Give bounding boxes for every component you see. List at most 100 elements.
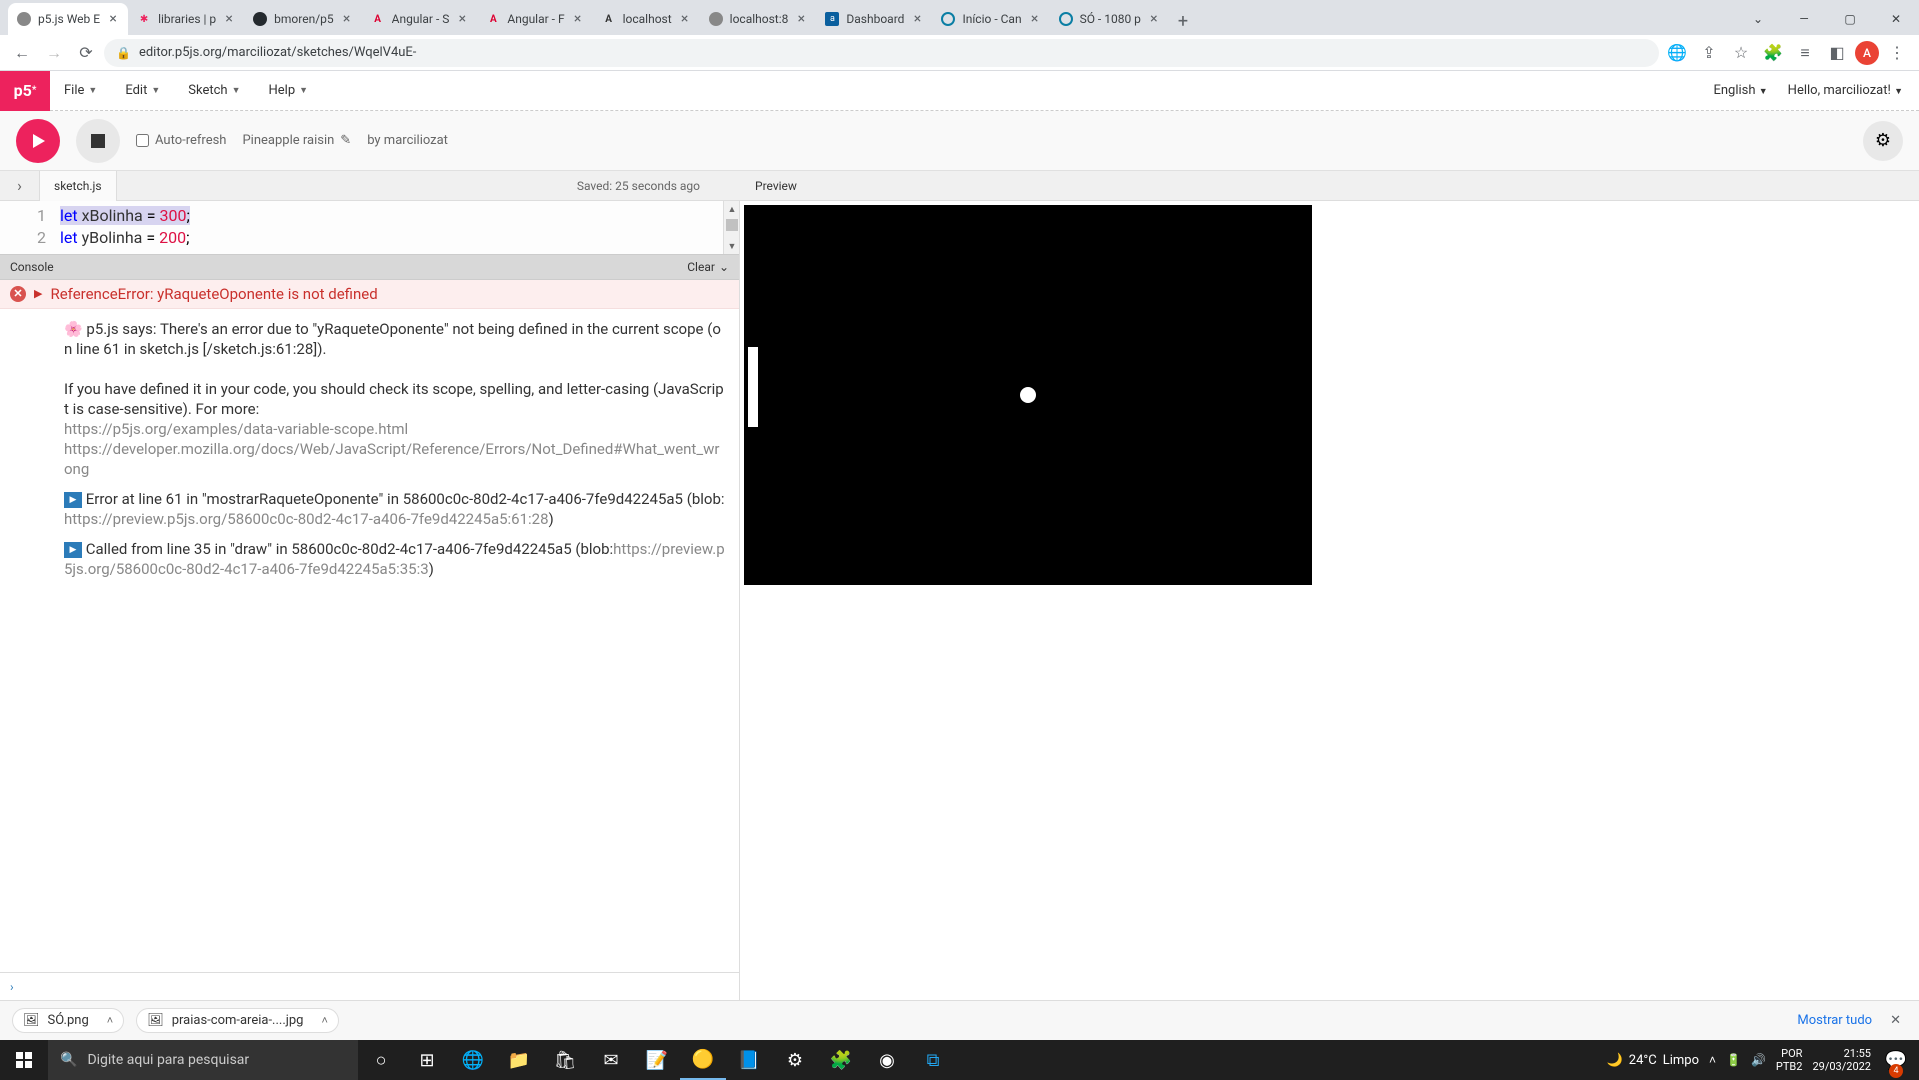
expand-arrow-icon[interactable]: ▶ — [34, 284, 42, 304]
close-icon[interactable]: × — [455, 12, 469, 26]
stack-marker-icon[interactable] — [64, 492, 82, 508]
close-icon[interactable]: × — [106, 12, 120, 26]
close-icon[interactable]: × — [678, 12, 692, 26]
console-input[interactable]: › — [0, 972, 739, 1000]
browser-tab[interactable]: AAngular - S× — [362, 3, 478, 35]
p5-logo[interactable]: p5* — [0, 71, 50, 111]
taskbar-search[interactable]: 🔍Digite aqui para pesquisar — [48, 1040, 358, 1080]
file-tab-sketch[interactable]: sketch.js — [40, 171, 117, 201]
taskbar-app-icon[interactable]: 🧩 — [818, 1040, 864, 1080]
tab-title: localhost:8 — [730, 12, 789, 26]
auto-refresh-checkbox[interactable] — [136, 134, 149, 147]
download-item[interactable]: 🖼SÓ.png˄ — [12, 1008, 124, 1033]
console-clear-button[interactable]: Clear ⌄ — [687, 260, 729, 274]
tab-title: SÓ - 1080 p — [1080, 12, 1141, 26]
notifications-icon[interactable]: 💬4 — [1881, 1040, 1911, 1080]
pencil-icon[interactable]: ✎ — [340, 133, 351, 148]
menu-file[interactable]: File▼ — [50, 71, 111, 111]
maximize-button[interactable]: ▢ — [1827, 3, 1873, 35]
browser-tab[interactable]: SÓ - 1080 p × — [1050, 3, 1169, 35]
reading-list-icon[interactable]: ≡ — [1791, 39, 1819, 67]
battery-icon[interactable]: 🔋 — [1726, 1053, 1741, 1067]
volume-icon[interactable]: 🔊 — [1751, 1053, 1766, 1067]
vscode-icon[interactable]: ⧉ — [910, 1040, 956, 1080]
browser-tab[interactable]: Alocalhost× — [593, 3, 700, 35]
show-all-downloads[interactable]: Mostrar tudo — [1797, 1013, 1872, 1028]
browser-tab[interactable]: localhost:8 × — [700, 3, 817, 35]
console-link[interactable]: https://developer.mozilla.org/docs/Web/J… — [64, 440, 719, 478]
menu-edit[interactable]: Edit▼ — [111, 71, 174, 111]
reload-button[interactable]: ⟳ — [72, 39, 100, 67]
taskbar-app-icon[interactable]: ⊞ — [404, 1040, 450, 1080]
close-window-button[interactable]: ✕ — [1873, 3, 1919, 35]
tab-title: libraries | p — [158, 12, 216, 26]
bookmark-icon[interactable]: ☆ — [1727, 39, 1755, 67]
close-icon[interactable]: × — [222, 12, 236, 26]
settings-icon[interactable]: ⚙ — [772, 1040, 818, 1080]
extensions-icon[interactable]: 🧩 — [1759, 39, 1787, 67]
word-icon[interactable]: 📘 — [726, 1040, 772, 1080]
menu-help[interactable]: Help▼ — [254, 71, 322, 111]
chevron-up-icon[interactable]: ˄ — [321, 1014, 327, 1027]
language-selector[interactable]: English ▼ — [1713, 83, 1767, 98]
close-icon[interactable]: × — [910, 12, 924, 26]
settings-button[interactable]: ⚙ — [1863, 121, 1903, 161]
weather-widget[interactable]: 🌙24°C Limpo — [1607, 1053, 1699, 1068]
user-greeting[interactable]: Hello, marciliozat! ▼ — [1788, 83, 1903, 98]
profile-avatar[interactable]: A — [1855, 41, 1879, 65]
back-button[interactable]: ← — [8, 39, 36, 67]
auto-refresh-toggle[interactable]: Auto-refresh — [136, 133, 226, 148]
edge-icon[interactable]: 🌐 — [450, 1040, 496, 1080]
share-icon[interactable]: ⇪ — [1695, 39, 1723, 67]
menu-sketch[interactable]: Sketch▼ — [174, 71, 254, 111]
start-button[interactable] — [0, 1040, 48, 1080]
browser-tab[interactable]: AAngular - F× — [477, 3, 592, 35]
side-panel-icon[interactable]: ◧ — [1823, 39, 1851, 67]
browser-tab[interactable]: ✱libraries | p× — [128, 3, 244, 35]
console-link[interactable]: https://preview.p5js.org/58600c0c-80d2-4… — [64, 510, 549, 528]
code-editor[interactable]: 12 let xBolinha = 300; let yBolinha = 20… — [0, 201, 739, 254]
browser-tab[interactable]: aDashboard× — [816, 3, 932, 35]
task-view-icon[interactable]: ○ — [358, 1040, 404, 1080]
browser-tab[interactable]: p5.js Web E× — [8, 3, 128, 35]
close-icon[interactable]: × — [1147, 12, 1161, 26]
notepad-icon[interactable]: 📝 — [634, 1040, 680, 1080]
code-content[interactable]: let xBolinha = 300; let yBolinha = 200; — [60, 201, 739, 254]
tab-search-icon[interactable]: ⌄ — [1735, 3, 1781, 35]
close-icon[interactable]: × — [340, 12, 354, 26]
console-message: Error at line 61 in "mostrarRaqueteOpone… — [0, 489, 739, 539]
forward-button[interactable]: → — [40, 39, 68, 67]
stack-marker-icon[interactable] — [64, 542, 82, 558]
browser-tab[interactable]: bmoren/p5× — [244, 3, 361, 35]
minimize-button[interactable]: — — [1781, 3, 1827, 35]
sketch-canvas[interactable] — [744, 205, 1312, 585]
console-link[interactable]: https://p5js.org/examples/data-variable-… — [64, 420, 408, 438]
console-body[interactable]: ✕ ▶ ReferenceError: yRaqueteOponente is … — [0, 280, 739, 972]
clock[interactable]: 21:5529/03/2022 — [1812, 1047, 1871, 1073]
mail-icon[interactable]: ✉ — [588, 1040, 634, 1080]
close-icon[interactable]: × — [1028, 12, 1042, 26]
sidebar-toggle[interactable]: › — [0, 171, 40, 201]
eclipse-icon[interactable]: ◉ — [864, 1040, 910, 1080]
flower-icon: 🌸 — [64, 320, 83, 338]
close-icon[interactable]: × — [571, 12, 585, 26]
browser-tab[interactable]: Início - Can× — [932, 3, 1049, 35]
chevron-up-icon[interactable]: ˄ — [107, 1014, 113, 1027]
tray-chevron-icon[interactable]: ˄ — [1709, 1053, 1716, 1067]
translate-icon[interactable]: 🌐 — [1663, 39, 1691, 67]
explorer-icon[interactable]: 📁 — [496, 1040, 542, 1080]
scrollbar-vertical[interactable]: ▲▼ — [723, 201, 739, 254]
tab-title: Angular - S — [392, 12, 450, 26]
download-item[interactable]: 🖼praias-com-areia-....jpg˄ — [136, 1008, 339, 1033]
close-downloads-bar[interactable]: ✕ — [1884, 1013, 1907, 1028]
store-icon[interactable]: 🛍 — [542, 1040, 588, 1080]
close-icon[interactable]: × — [794, 12, 808, 26]
new-tab-button[interactable]: + — [1169, 7, 1197, 35]
address-bar[interactable]: 🔒 editor.p5js.org/marciliozat/sketches/W… — [104, 39, 1659, 67]
sketch-name[interactable]: Pineapple raisin ✎ — [242, 133, 351, 148]
stop-button[interactable] — [76, 119, 120, 163]
chrome-icon[interactable]: 🟡 — [680, 1040, 726, 1080]
chrome-menu-icon[interactable]: ⋮ — [1883, 39, 1911, 67]
language-indicator[interactable]: PORPTB2 — [1776, 1047, 1803, 1073]
play-button[interactable] — [16, 119, 60, 163]
